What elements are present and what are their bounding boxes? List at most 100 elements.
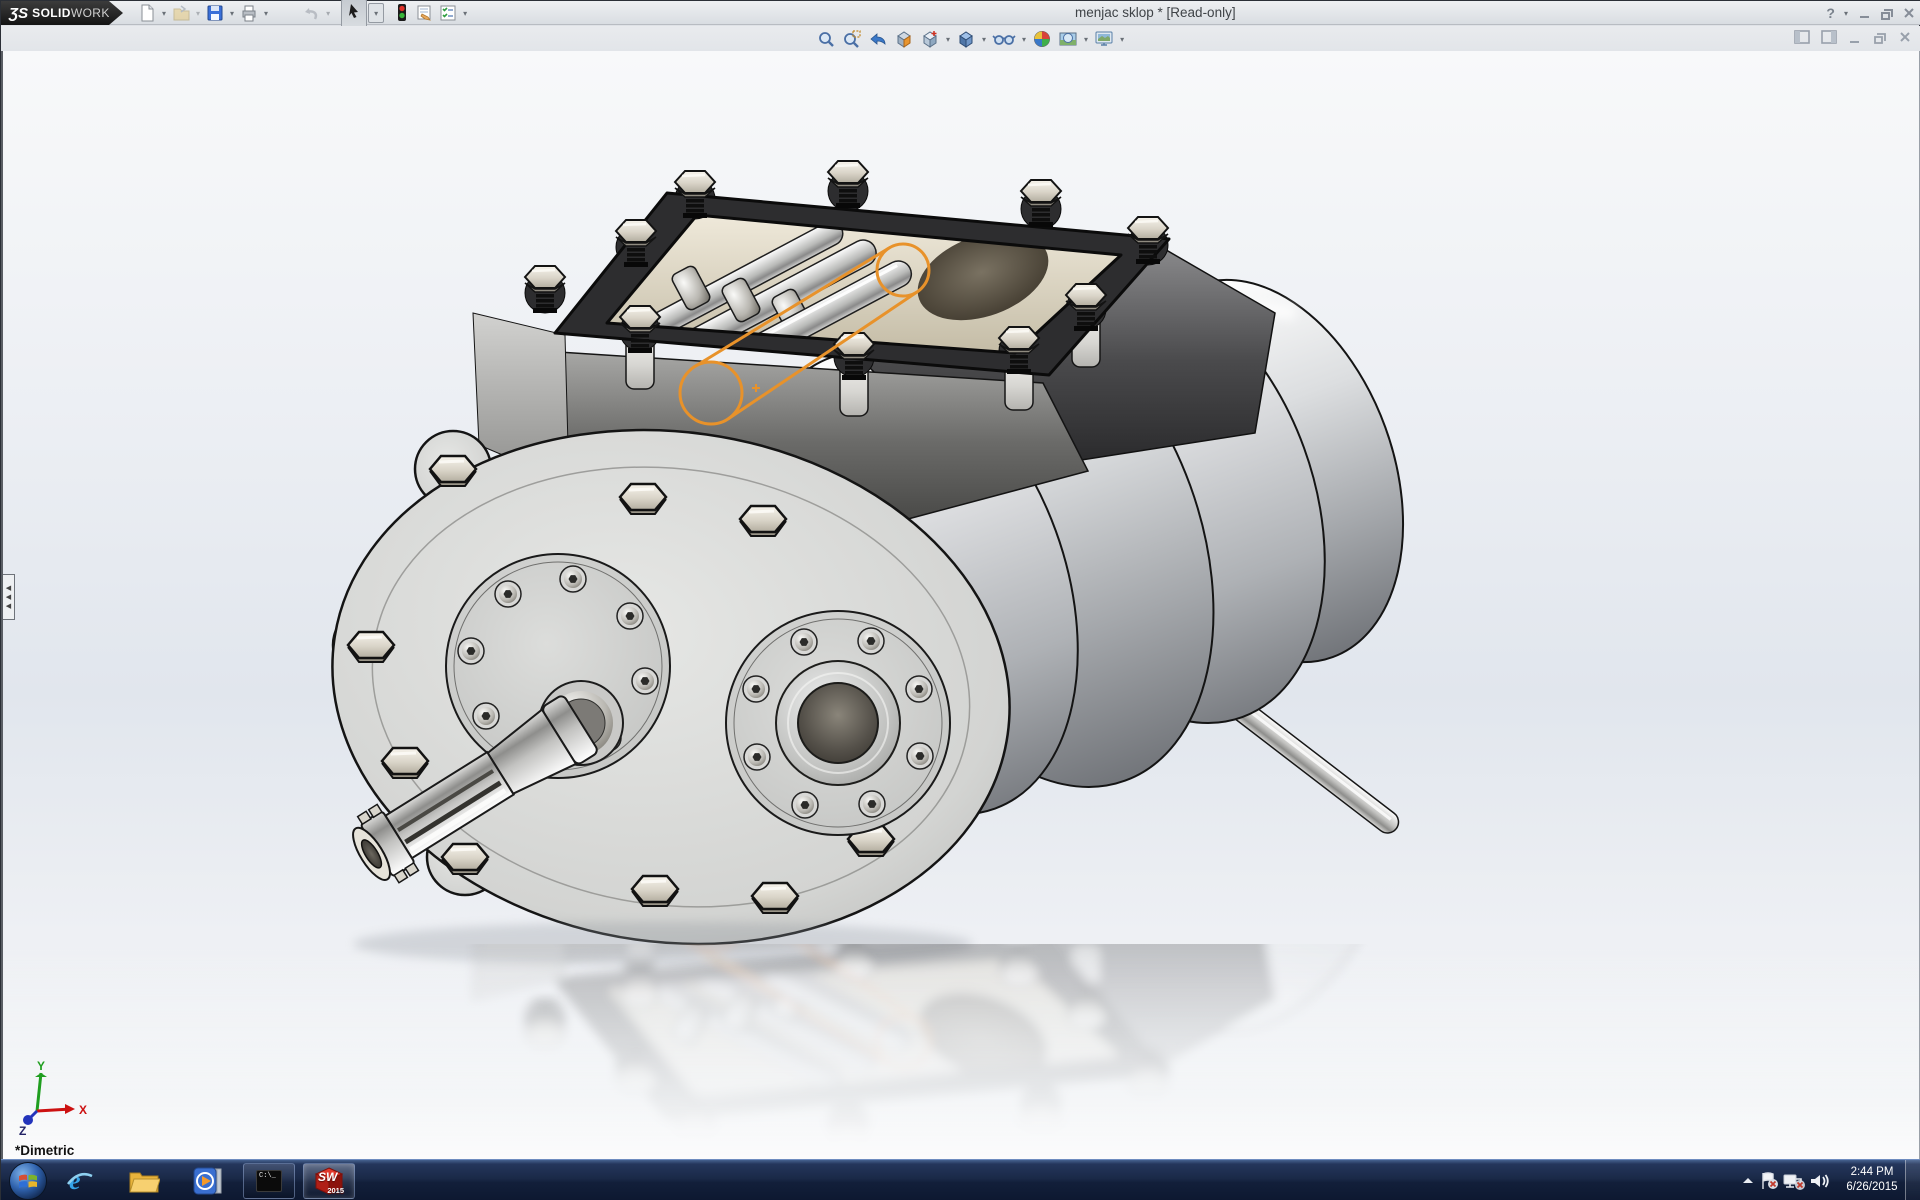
save-button[interactable]	[203, 2, 227, 24]
pane-left-button[interactable]	[1793, 29, 1811, 45]
hide-show-items-icon	[992, 29, 1016, 49]
heads-up-view-toolbar: ▾ ▾ ▾ ▾ ▾	[813, 28, 1127, 50]
print-caret-icon[interactable]: ▾	[261, 9, 271, 18]
hide-show-items-button[interactable]	[989, 28, 1019, 50]
minimize-button[interactable]	[1857, 5, 1873, 21]
title-bar: ƷSSOLIDWORKS ▾ ▾ ▾ ▾ ▾ ▾	[1, 1, 1920, 25]
media-player-icon	[192, 1166, 224, 1196]
doc-close-button[interactable]	[1897, 29, 1913, 45]
print-button[interactable]	[237, 2, 261, 24]
clock-date: 6/26/2015	[1841, 1180, 1903, 1195]
restore-button[interactable]	[1879, 5, 1895, 21]
taskbar-file-explorer[interactable]	[127, 1166, 161, 1196]
undo-button[interactable]	[297, 2, 323, 24]
collapse-arrow-icon: ◀	[6, 594, 11, 601]
select-tool-button[interactable]	[341, 0, 367, 28]
display-style-button[interactable]	[953, 28, 979, 50]
rebuild-button[interactable]	[392, 2, 412, 24]
save-icon	[205, 3, 225, 23]
volume-icon[interactable]	[1807, 1171, 1831, 1191]
command-prompt-icon: C:\_	[256, 1170, 282, 1192]
help-button[interactable]: ?	[1826, 5, 1835, 21]
view-orientation-button[interactable]	[917, 28, 943, 50]
print-icon	[239, 3, 259, 23]
orientation-triad: Y X Z	[17, 1059, 97, 1139]
window-title: menjac sklop * [Read-only]	[1075, 5, 1236, 20]
action-center-flag-icon[interactable]	[1757, 1171, 1781, 1191]
display-style-icon	[956, 29, 976, 49]
reflection-fade	[3, 944, 1920, 1159]
view-settings-button[interactable]	[1091, 28, 1117, 50]
show-desktop-button[interactable]	[1905, 1160, 1920, 1200]
zoom-to-area-icon	[842, 29, 862, 49]
zoom-to-fit-button[interactable]	[813, 28, 839, 50]
start-button[interactable]	[9, 1162, 47, 1200]
select-caret-button[interactable]: ▾	[368, 3, 384, 23]
document-window-controls	[1793, 29, 1913, 45]
section-view-icon	[894, 29, 914, 49]
gearbox-model[interactable]	[299, 161, 1453, 987]
network-status-icon[interactable]	[1781, 1171, 1807, 1191]
taskbar-media-player[interactable]	[191, 1166, 225, 1196]
options-caret-icon[interactable]: ▾	[460, 9, 470, 18]
edit-appearance-button[interactable]	[1029, 28, 1055, 50]
new-document-button[interactable]	[135, 2, 159, 24]
options-checklist-button[interactable]	[436, 2, 460, 24]
help-caret-icon[interactable]: ▾	[1841, 9, 1851, 18]
gearbox-assembly-model[interactable]	[3, 51, 1920, 1159]
taskbar-solidworks-2015[interactable]: SW 2015	[303, 1163, 355, 1199]
document-bar: ▾ ▾ ▾ ▾ ▾	[1, 26, 1920, 51]
clock-time: 2:44 PM	[1841, 1165, 1903, 1180]
select-arrow-icon	[344, 1, 364, 21]
taskbar-clock[interactable]: 2:44 PM 6/26/2015	[1841, 1165, 1903, 1195]
titlebar-controls: ? ▾	[1826, 1, 1917, 25]
display-style-caret-icon[interactable]: ▾	[979, 35, 989, 44]
graphics-viewport[interactable]: Y X Z *Dimetric ◀ ◀ ◀	[1, 51, 1920, 1159]
undo-caret-icon[interactable]: ▾	[323, 9, 333, 18]
folder-icon	[128, 1167, 160, 1195]
bearing-cover-right[interactable]	[726, 611, 950, 835]
system-tray	[1739, 1160, 1831, 1200]
view-orientation-caret-icon[interactable]: ▾	[943, 35, 953, 44]
previous-view-button[interactable]	[865, 28, 891, 50]
hide-show-caret-icon[interactable]: ▾	[1019, 35, 1029, 44]
triad-x-label: X	[79, 1103, 87, 1117]
zoom-to-area-button[interactable]	[839, 28, 865, 50]
triad-z-label: Z	[19, 1124, 26, 1138]
open-icon	[171, 3, 191, 23]
save-caret-icon[interactable]: ▾	[227, 9, 237, 18]
triad-y-label: Y	[37, 1059, 45, 1073]
edit-appearance-icon	[1032, 29, 1052, 49]
undo-icon	[299, 3, 321, 23]
apply-scene-icon	[1058, 29, 1078, 49]
section-view-button[interactable]	[891, 28, 917, 50]
pane-right-button[interactable]	[1820, 29, 1838, 45]
view-settings-icon	[1094, 29, 1114, 49]
zoom-to-fit-icon	[816, 29, 836, 49]
apply-scene-button[interactable]	[1055, 28, 1081, 50]
open-caret-icon[interactable]: ▾	[193, 9, 203, 18]
new-document-icon	[137, 3, 157, 23]
menu-expand-arrow-icon[interactable]	[109, 1, 123, 25]
feature-manager-collapsed-tab[interactable]: ◀ ◀ ◀	[3, 574, 15, 620]
standard-toolbar: ▾ ▾ ▾ ▾ ▾ ▾	[135, 2, 470, 24]
view-settings-caret-icon[interactable]: ▾	[1117, 35, 1127, 44]
solidworks-2015-icon: SW 2015	[314, 1167, 344, 1195]
collapse-arrow-icon: ◀	[6, 603, 11, 610]
doc-restore-button[interactable]	[1872, 29, 1888, 45]
doc-minimize-button[interactable]	[1847, 29, 1863, 45]
taskbar-command-prompt[interactable]: C:\_	[243, 1163, 295, 1199]
collapse-arrow-icon: ◀	[6, 585, 11, 592]
tray-expand-icon[interactable]	[1739, 1174, 1757, 1188]
solidworks-logo: ƷSSOLIDWORKS	[1, 1, 109, 25]
appearance-note-icon	[414, 3, 434, 23]
windows-flag-icon	[17, 1170, 39, 1192]
rebuild-traffic-light-icon	[394, 3, 410, 23]
apply-scene-caret-icon[interactable]: ▾	[1081, 35, 1091, 44]
solidworks-logo-mark: ƷS	[9, 5, 28, 22]
close-button[interactable]	[1901, 5, 1917, 21]
open-button[interactable]	[169, 2, 193, 24]
appearance-note-button[interactable]	[412, 2, 436, 24]
taskbar-internet-explorer[interactable]: e	[63, 1166, 97, 1196]
new-caret-icon[interactable]: ▾	[159, 9, 169, 18]
